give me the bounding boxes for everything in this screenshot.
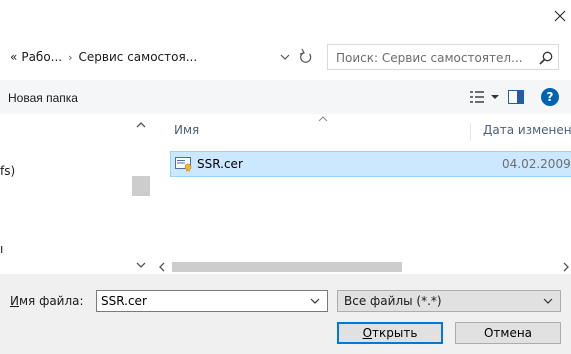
filename-label: Имя файла: xyxy=(10,294,84,308)
file-type-select[interactable]: Все файлы (*.*) xyxy=(337,290,561,312)
nav-scroll-thumb[interactable] xyxy=(132,176,150,196)
filename-history-chevron-icon[interactable] xyxy=(310,297,320,305)
file-row[interactable]: SSR.cer 04.02.2009 16:24 xyxy=(170,151,571,177)
address-overflow-chevron[interactable]: « xyxy=(10,50,17,64)
file-list: Имя Дата изменения SSR.cer 04.02.2009 16… xyxy=(152,114,571,260)
nav-item[interactable]: ı xyxy=(0,242,3,256)
chevron-down-icon[interactable] xyxy=(543,297,553,305)
search-box[interactable] xyxy=(327,44,559,70)
toolbar: Новая папка ? xyxy=(0,80,571,114)
certificate-file-icon xyxy=(175,157,192,172)
close-icon xyxy=(554,10,566,22)
file-name: SSR.cer xyxy=(197,157,243,171)
new-folder-button[interactable]: Новая папка xyxy=(8,88,78,108)
file-list-horizontal-scrollbar[interactable] xyxy=(152,260,571,274)
column-header-date-modified[interactable]: Дата изменения xyxy=(470,123,571,141)
help-icon[interactable]: ? xyxy=(541,88,559,106)
scroll-up-arrow-icon[interactable] xyxy=(136,120,146,130)
address-history-chevron-icon[interactable] xyxy=(278,50,292,64)
view-options-chevron-icon[interactable] xyxy=(490,92,500,102)
search-input[interactable] xyxy=(336,49,526,67)
file-type-selected-value: Все файлы (*.*) xyxy=(344,294,442,308)
open-button[interactable]: Открыть xyxy=(337,322,443,344)
nav-item[interactable]: fs) xyxy=(0,164,15,178)
nav-vertical-scrollbar[interactable] xyxy=(132,114,150,274)
scroll-down-arrow-icon[interactable] xyxy=(136,260,146,270)
cancel-button[interactable]: Отмена xyxy=(455,322,561,344)
preview-pane-icon[interactable] xyxy=(508,90,524,104)
navigation-pane: fs) ı xyxy=(0,114,152,274)
scroll-left-arrow-icon[interactable] xyxy=(158,262,166,272)
open-button-label: ткрыть xyxy=(372,326,418,340)
breadcrumb-item-current[interactable]: Сервис самостоя... xyxy=(79,50,198,64)
refresh-icon[interactable] xyxy=(298,48,314,66)
column-header-name[interactable]: Имя xyxy=(174,123,199,137)
file-date-modified: 04.02.2009 16:24 xyxy=(502,157,571,171)
dialog-bottom-panel: Имя файла: Все файлы (*.*) Открыть Отмен… xyxy=(0,274,571,354)
filename-combobox[interactable] xyxy=(96,290,328,312)
filename-input[interactable] xyxy=(101,293,301,309)
open-button-accesskey: О xyxy=(362,326,373,340)
close-button[interactable] xyxy=(552,8,568,24)
sort-ascending-icon xyxy=(318,116,328,122)
filename-label-accesskey: И xyxy=(10,294,19,308)
filename-label-text: мя файла: xyxy=(18,294,84,308)
breadcrumb-separator[interactable]: › xyxy=(68,51,72,64)
address-bar[interactable]: « Рабо... › Сервис самостоя... xyxy=(10,44,316,70)
horizontal-scroll-thumb[interactable] xyxy=(172,262,402,272)
scroll-right-arrow-icon[interactable] xyxy=(562,262,570,272)
search-icon[interactable] xyxy=(538,50,554,66)
breadcrumb-item-desktop[interactable]: Рабо... xyxy=(21,50,62,64)
change-view-icon[interactable] xyxy=(470,91,484,103)
